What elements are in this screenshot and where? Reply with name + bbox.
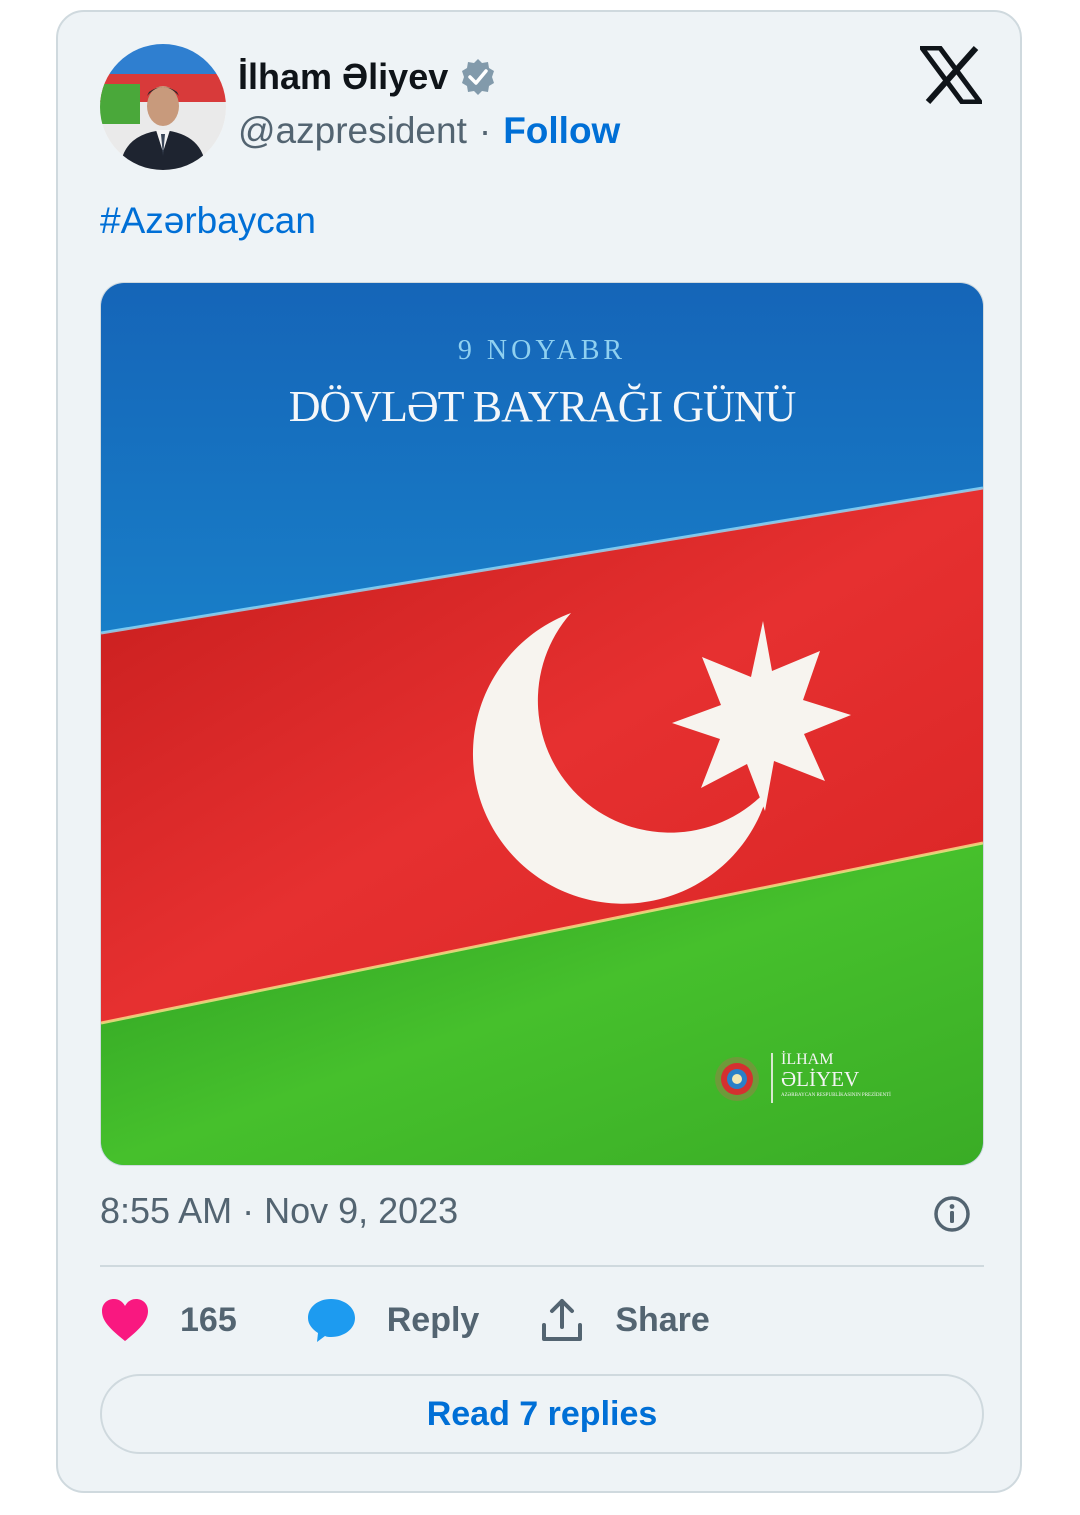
image-headline: DÖVLƏT BAYRAĞI GÜNÜ [288, 382, 797, 431]
tweet-card: İlham Əliyev @azpresident · Follow #Azər… [56, 10, 1022, 1493]
x-logo-icon[interactable] [917, 45, 985, 105]
read-replies-button[interactable]: Read 7 replies [100, 1374, 984, 1454]
image-date-line: 9 NOYABR [457, 335, 627, 366]
divider [100, 1265, 984, 1267]
action-bar: 165 Reply Share [100, 1288, 710, 1352]
presidential-logo: İLHAM ƏLİYEV AZƏRBAYCAN RESPUBLİKASININ … [713, 1051, 933, 1111]
hashtag-link[interactable]: #Azərbaycan [100, 200, 316, 242]
author-name[interactable]: İlham Əliyev [238, 56, 448, 98]
like-count: 165 [180, 1300, 237, 1339]
verified-badge-icon [458, 57, 498, 97]
tweet-image[interactable]: 9 NOYABR DÖVLƏT BAYRAĞI GÜNÜ İLHAM ƏLİYE… [100, 282, 984, 1166]
logo-name-line2: ƏLİYEV [781, 1067, 860, 1091]
reply-button[interactable]: Reply [307, 1297, 540, 1343]
emblem-icon [715, 1057, 759, 1101]
heart-icon [102, 1299, 148, 1341]
logo-subtitle: AZƏRBAYCAN RESPUBLİKASININ PREZİDENTİ [781, 1093, 891, 1098]
read-replies-label: Read 7 replies [426, 1394, 658, 1433]
author-handle-row: @azpresident · Follow [238, 108, 620, 154]
avatar[interactable] [100, 44, 226, 170]
follow-button[interactable]: Follow [503, 110, 620, 152]
like-button[interactable]: 165 [100, 1297, 307, 1343]
share-label: Share [615, 1300, 710, 1339]
share-button[interactable]: Share [539, 1297, 710, 1343]
reply-label: Reply [386, 1300, 480, 1339]
tweet-timestamp[interactable]: 8:55 AM · Nov 9, 2023 [100, 1190, 458, 1232]
author-handle[interactable]: @azpresident [238, 110, 467, 152]
separator-dot: · [478, 110, 492, 151]
share-icon [542, 1299, 583, 1341]
info-icon[interactable] [932, 1194, 972, 1234]
author-name-row[interactable]: İlham Əliyev [238, 52, 498, 102]
reply-bubble-icon [307, 1299, 355, 1342]
